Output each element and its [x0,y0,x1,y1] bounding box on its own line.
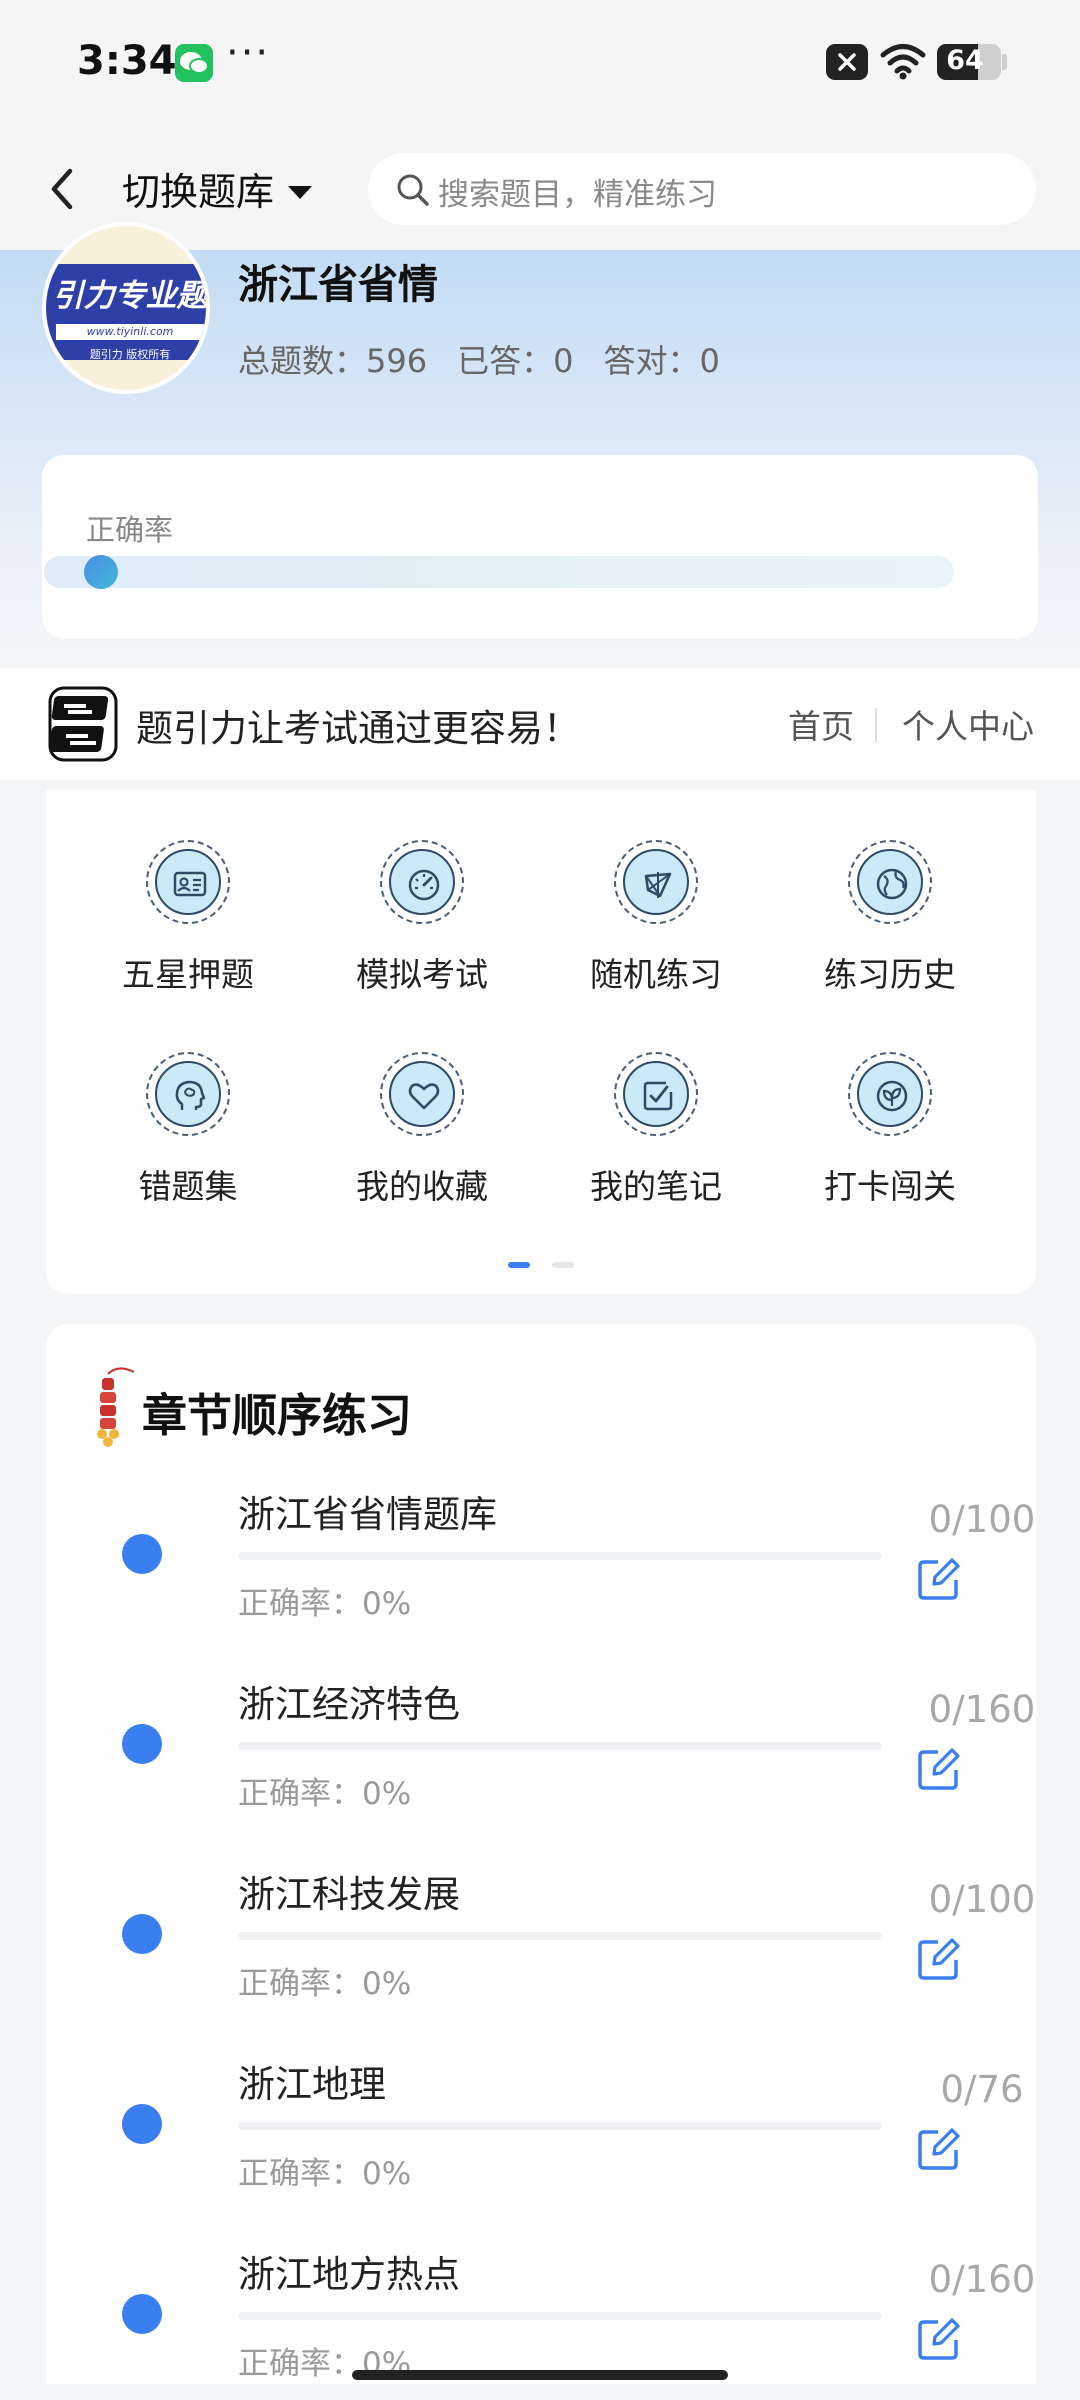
chapter-name: 浙江地方热点 [238,2253,460,2296]
head-brain-icon [175,1080,206,1110]
status-bar: 3:34 ··· 64 [0,0,1080,125]
feature-five-star-predict[interactable]: 五星押题 [88,840,288,1010]
chapter-dot [122,1914,162,1954]
chapter-name: 浙江省省情题库 [238,1493,497,1536]
chapter-accuracy: 正确率：0% [238,2156,412,2192]
chapter-count: 0/100 [928,1878,1036,1921]
chapter-dot [122,2294,162,2334]
feature-my-favorites[interactable]: 我的收藏 [322,1052,522,1222]
note-check-icon [643,1081,673,1111]
random-shape-icon [644,872,672,898]
chapter-name: 浙江地理 [238,2063,386,2106]
id-card-icon [173,871,207,897]
brand-logo [48,686,118,762]
edit-icon[interactable] [916,1746,962,1796]
bank-stats: 总题数：596 已答：0 答对：0 [238,336,720,382]
close-notification-icon [826,44,868,80]
chevron-left-icon[interactable] [44,161,80,221]
chapter-item[interactable]: 浙江地理 正确率：0% 0/76 [46,2054,1036,2244]
chapter-count: 0/76 [940,2068,1024,2111]
edit-icon[interactable] [916,1556,962,1606]
search-input[interactable]: 搜索题目，精准练习 [368,153,1036,225]
chapter-count: 0/160 [928,2258,1036,2301]
accuracy-progress-track [44,556,954,588]
chapter-dot [122,1724,162,1764]
heart-icon [408,1083,440,1110]
accuracy-progress-indicator [84,555,118,589]
speedometer-icon [408,869,440,901]
chapter-progress-bar [238,2122,882,2130]
chapter-section-title: 章节顺序练习 [142,1389,413,1442]
chapter-dot [122,1534,162,1574]
feature-my-notes[interactable]: 我的笔记 [556,1052,756,1222]
correct-count: 答对：0 [603,342,720,380]
feature-practice-history[interactable]: 练习历史 [790,840,990,1010]
chapter-accuracy: 正确率：0% [238,1966,412,2002]
chapter-progress-bar [238,1552,882,1560]
chapter-item[interactable]: 浙江经济特色 正确率：0% 0/160 [46,1674,1036,1864]
personal-center-link[interactable]: 个人中心 [902,700,1034,748]
switch-bank-label: 切换题库 [122,170,275,214]
logo-band-text: 引力专业题 [52,278,208,314]
status-time: 3:34 [77,38,177,84]
chapter-item[interactable]: 浙江省省情题库 正确率：0% 0/100 [46,1484,1036,1674]
edit-icon[interactable] [916,2126,962,2176]
chapter-item[interactable]: 浙江科技发展 正确率：0% 0/100 [46,1864,1036,2054]
leaf-badge-icon [876,1080,908,1112]
feature-label: 我的笔记 [590,1167,722,1206]
search-icon [396,173,430,211]
chapter-progress-bar [238,1932,882,1940]
total-questions: 总题数：596 [238,342,428,380]
search-placeholder: 搜索题目，精准练习 [438,177,717,213]
chapter-count: 0/100 [928,1498,1036,1541]
home-link[interactable]: 首页 [788,700,854,748]
chapter-practice-section: 章节顺序练习 浙江省省情题库 正确率：0% 0/100 浙江经济特色 正确率：0… [46,1324,1036,2384]
chapter-progress-bar [238,2312,882,2320]
chapter-dot [122,2104,162,2144]
status-more-icon: ··· [226,30,271,76]
feature-label: 打卡闯关 [824,1167,956,1206]
wechat-icon [175,44,213,82]
feature-label: 练习历史 [824,955,956,994]
accuracy-card: 正确率 [42,455,1038,639]
battery-level: 64 [946,45,984,76]
feature-check-in-challenge[interactable]: 打卡闯关 [790,1052,990,1222]
chapter-name: 浙江经济特色 [238,1683,460,1726]
battery-icon: 64 [937,44,1001,80]
question-bank-logo: 引力专业题 www.tiyinli.com 题引力 版权所有 [42,222,210,394]
switch-bank-dropdown[interactable]: 切换题库 [122,161,314,216]
slogan-banner: 题引力让考试通过更容易！ 首页 个人中心 [0,668,1080,780]
chapter-name: 浙江科技发展 [238,1873,460,1916]
bank-title: 浙江省省情 [238,262,438,308]
chapter-accuracy: 正确率：0% [238,1776,412,1812]
chapter-accuracy: 正确率：0% [238,1586,412,1622]
feature-label: 五星押题 [122,955,254,994]
feature-label: 我的收藏 [356,1167,488,1206]
feature-label: 模拟考试 [356,955,488,994]
feature-mock-exam[interactable]: 模拟考试 [322,840,522,1010]
chapter-count: 0/160 [928,1688,1036,1731]
feature-label: 随机练习 [590,955,722,994]
caret-down-icon [286,167,314,211]
logo-copyright: 题引力 版权所有 [89,348,171,361]
pager-dot-active[interactable] [508,1262,530,1268]
divider [875,708,877,742]
feature-random-practice[interactable]: 随机练习 [556,840,756,1010]
edit-icon[interactable] [916,2316,962,2366]
feature-grid: 五星押题 模拟考试 随机练习 练习历史 错题集 我的收藏 我的笔记 打卡闯关 [46,790,1036,1294]
pager-dot[interactable] [552,1262,574,1268]
feature-label: 错题集 [138,1167,238,1206]
edit-icon[interactable] [916,1936,962,1986]
answered-count: 已答：0 [457,342,574,380]
slogan-text: 题引力让考试通过更容易！ [136,707,580,750]
chapter-item[interactable]: 浙江地方热点 正确率：0% 0/160 [46,2244,1036,2384]
accuracy-label: 正确率 [86,513,174,547]
chapter-progress-bar [238,1742,882,1750]
firecracker-icon [90,1364,136,1454]
home-indicator[interactable] [352,2370,728,2380]
globe-history-icon [876,868,908,900]
logo-url: www.tiyinli.com [86,325,174,338]
wifi-icon [880,42,926,84]
feature-wrong-questions[interactable]: 错题集 [88,1052,288,1222]
